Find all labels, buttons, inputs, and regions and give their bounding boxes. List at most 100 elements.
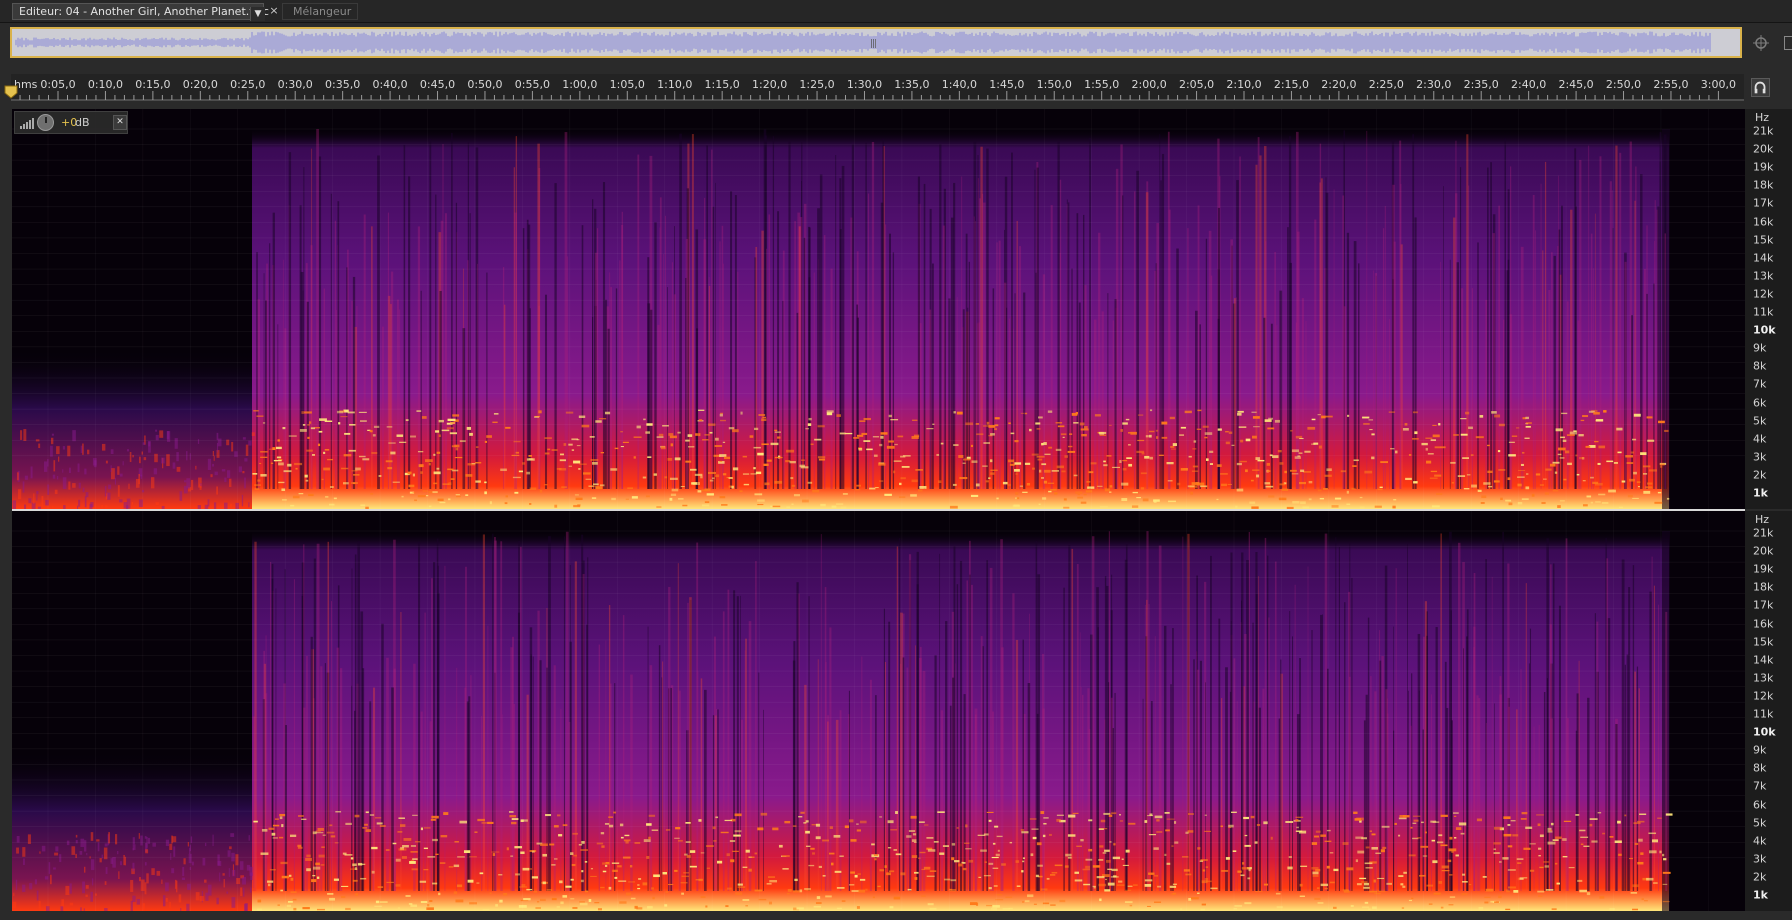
frequency-axis-left: Hz 21k 20k 19k 18k 17k 16k 15k 14k 13k 12k 11k 10k 9… <box>1745 109 1792 509</box>
frequency-unit-label: Hz <box>1755 513 1770 526</box>
frequency-tick-label: 8k <box>1753 359 1767 373</box>
time-tick-label: 1:35,0 <box>894 78 930 91</box>
frequency-tick-label: 7k <box>1753 377 1767 391</box>
frequency-tick-label: 21k <box>1753 124 1774 138</box>
headphones-icon <box>1754 81 1766 94</box>
gain-unit: dB <box>75 116 90 129</box>
frequency-tick-label: 3k <box>1753 450 1767 464</box>
time-tick-label: 0:35,0 <box>325 78 361 91</box>
frequency-tick-label: 3k <box>1753 852 1767 866</box>
time-tick-label: 0:20,0 <box>182 78 218 91</box>
frequency-tick-label: 18k <box>1753 580 1774 594</box>
time-tick-label: 0:50,0 <box>467 78 503 91</box>
time-tick-label: 0:05,0 <box>40 78 76 91</box>
frequency-tick-label: 13k <box>1753 671 1774 685</box>
volume-knob[interactable] <box>37 114 54 131</box>
frequency-tick-label: 9k <box>1753 743 1767 757</box>
time-tick-label: 1:05,0 <box>609 78 645 91</box>
overview-grip-handle[interactable]: ||| <box>870 39 877 49</box>
tab-close-icon[interactable]: × <box>268 3 280 18</box>
time-ruler[interactable]: hms 0:05,0 0:10,0 0:15,0 0:20,0 0:25,0 0:30,0… <box>11 74 1744 101</box>
panel-menu-icon[interactable] <box>1784 36 1792 50</box>
time-tick-label: 2:05,0 <box>1178 78 1215 91</box>
frequency-tick-label: 11k <box>1753 707 1774 721</box>
time-tick-label: 2:10,0 <box>1226 78 1262 91</box>
tab-mixer[interactable]: Mélangeur <box>282 3 358 20</box>
frequency-tick-label: 2k <box>1753 870 1767 884</box>
frequency-tick-label: 18k <box>1753 178 1774 192</box>
frequency-tick-label: 9k <box>1753 341 1767 355</box>
frequency-tick-label: 7k <box>1753 779 1767 793</box>
time-tick-label: 0:25,0 <box>230 78 266 91</box>
frequency-tick-label: 15k <box>1753 233 1774 247</box>
spectral-display-left-channel[interactable] <box>12 109 1745 509</box>
spectrogram-left <box>12 109 1745 509</box>
frequency-tick-label: 12k <box>1753 689 1774 703</box>
frequency-tick-label: 15k <box>1753 635 1774 649</box>
time-tick-label: 1:15,0 <box>704 78 740 91</box>
time-tick-label: 2:15,0 <box>1273 78 1310 91</box>
frequency-tick-label: 10k <box>1753 725 1776 739</box>
time-tick-label: 0:10,0 <box>87 78 124 91</box>
time-tick-label: 2:35,0 <box>1463 78 1499 91</box>
time-tick-label: 0:15,0 <box>135 78 171 91</box>
time-tick-label: 1:45,0 <box>989 78 1025 91</box>
frequency-tick-label: 4k <box>1753 834 1767 848</box>
frequency-tick-label: 11k <box>1753 305 1774 319</box>
spectral-display-right-channel[interactable] <box>12 511 1745 911</box>
frequency-tick-label: 10k <box>1753 323 1776 337</box>
frequency-tick-label: 17k <box>1753 196 1774 210</box>
frequency-tick-label: 6k <box>1753 396 1767 409</box>
overview-waveform-navigator[interactable]: ||| <box>10 27 1742 58</box>
zoom-navigator-icon[interactable] <box>1752 34 1770 52</box>
time-tick-label: 2:45,0 <box>1558 78 1594 91</box>
frequency-tick-label: 5k <box>1753 816 1767 830</box>
frequency-tick-label: 19k <box>1753 160 1774 174</box>
time-tick-label: 0:30,0 <box>277 78 313 91</box>
time-tick-label: 1:10,0 <box>657 78 693 91</box>
amplitude-hud: +0 dB ✕ <box>14 111 128 134</box>
frequency-unit-label: Hz <box>1755 111 1770 124</box>
frequency-tick-label: 17k <box>1753 598 1774 612</box>
frequency-tick-label: 13k <box>1753 269 1774 283</box>
frequency-tick-label: 19k <box>1753 562 1774 576</box>
time-tick-label: 2:00,0 <box>1131 78 1167 91</box>
time-tick-label: 3:00,0 <box>1700 78 1736 91</box>
tab-editor-label: Editeur: 04 - Another Girl, Another Plan… <box>19 5 269 18</box>
time-tick-label: 0:45,0 <box>419 78 456 91</box>
frequency-tick-label: 20k <box>1753 544 1774 558</box>
frequency-tick-label: 6k <box>1753 798 1767 811</box>
frequency-axis-right: Hz 21k 20k 19k 18k 17k 16k 15k 14k 13k 12k 11k 10k 9… <box>1745 511 1792 911</box>
playhead-marker-icon[interactable] <box>4 85 18 99</box>
pin-icon: ✕ <box>116 117 124 127</box>
spectrogram-right <box>12 511 1745 911</box>
time-tick-label: 2:40,0 <box>1511 78 1547 91</box>
time-tick-label: 2:50,0 <box>1605 78 1642 91</box>
frequency-tick-label: 1k <box>1753 888 1768 902</box>
time-tick-label: 1:30,0 <box>846 78 883 91</box>
frequency-tick-label: 21k <box>1753 526 1774 540</box>
tab-menu-dropdown-icon[interactable]: ▼ <box>250 7 265 21</box>
frequency-tick-label: 12k <box>1753 287 1774 301</box>
frequency-tick-label: 14k <box>1753 653 1774 667</box>
frequency-tick-label: 2k <box>1753 468 1767 482</box>
time-tick-label: 1:00,0 <box>562 78 598 91</box>
time-tick-label: 1:25,0 <box>799 78 835 91</box>
time-tick-label: 1:50,0 <box>1036 78 1072 91</box>
time-tick-label: 2:55,0 <box>1653 78 1689 91</box>
frequency-tick-label: 16k <box>1753 215 1774 228</box>
time-tick-label: 2:20,0 <box>1321 78 1357 91</box>
tab-editor[interactable]: Editeur: 04 - Another Girl, Another Plan… <box>12 3 269 21</box>
headphone-button[interactable] <box>1751 78 1770 97</box>
time-tick-label: 2:25,0 <box>1368 78 1404 91</box>
time-tick-label: 1:20,0 <box>751 78 788 91</box>
tab-mixer-label: Mélangeur <box>293 5 352 18</box>
frequency-tick-label: 16k <box>1753 617 1774 630</box>
document-tab-bar: Editeur: 04 - Another Girl, Another Plan… <box>0 0 1792 23</box>
time-tick-label: 1:55,0 <box>1084 78 1120 91</box>
frequency-tick-label: 20k <box>1753 142 1774 156</box>
frequency-tick-label: 5k <box>1753 414 1767 428</box>
time-tick-label: 0:55,0 <box>514 78 550 91</box>
frequency-tick-label: 4k <box>1753 432 1767 446</box>
hud-pin-button[interactable]: ✕ <box>113 115 127 130</box>
